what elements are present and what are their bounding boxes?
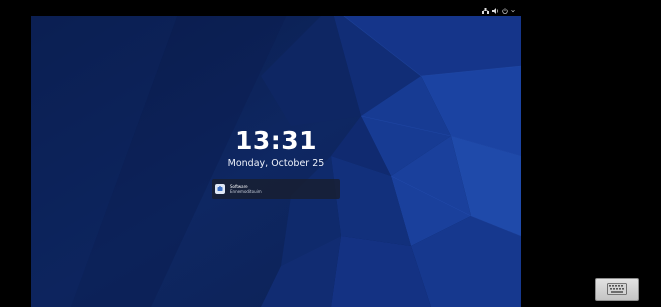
notification-text: Software Ennemoditouim xyxy=(230,184,262,194)
network-icon xyxy=(482,8,489,14)
power-icon xyxy=(502,8,508,14)
top-bar xyxy=(31,6,521,16)
clock-date: Monday, October 25 xyxy=(227,158,325,169)
notification-item[interactable]: Software Ennemoditouim xyxy=(212,179,340,199)
lock-screen[interactable]: 13:31 Monday, October 25 Software Ennemo… xyxy=(31,6,521,307)
software-app-icon xyxy=(215,184,225,194)
notification-body: Ennemoditouim xyxy=(230,189,262,194)
host-viewport: 13:31 Monday, October 25 Software Ennemo… xyxy=(0,0,661,307)
volume-icon xyxy=(492,8,499,14)
lock-clock: 13:31 Monday, October 25 xyxy=(31,126,521,170)
clock-time: 13:31 xyxy=(234,126,318,155)
keyboard-button[interactable] xyxy=(595,278,639,301)
chevron-down-icon xyxy=(511,9,515,13)
keyboard-icon xyxy=(607,280,627,299)
system-status-area[interactable] xyxy=(482,7,515,15)
